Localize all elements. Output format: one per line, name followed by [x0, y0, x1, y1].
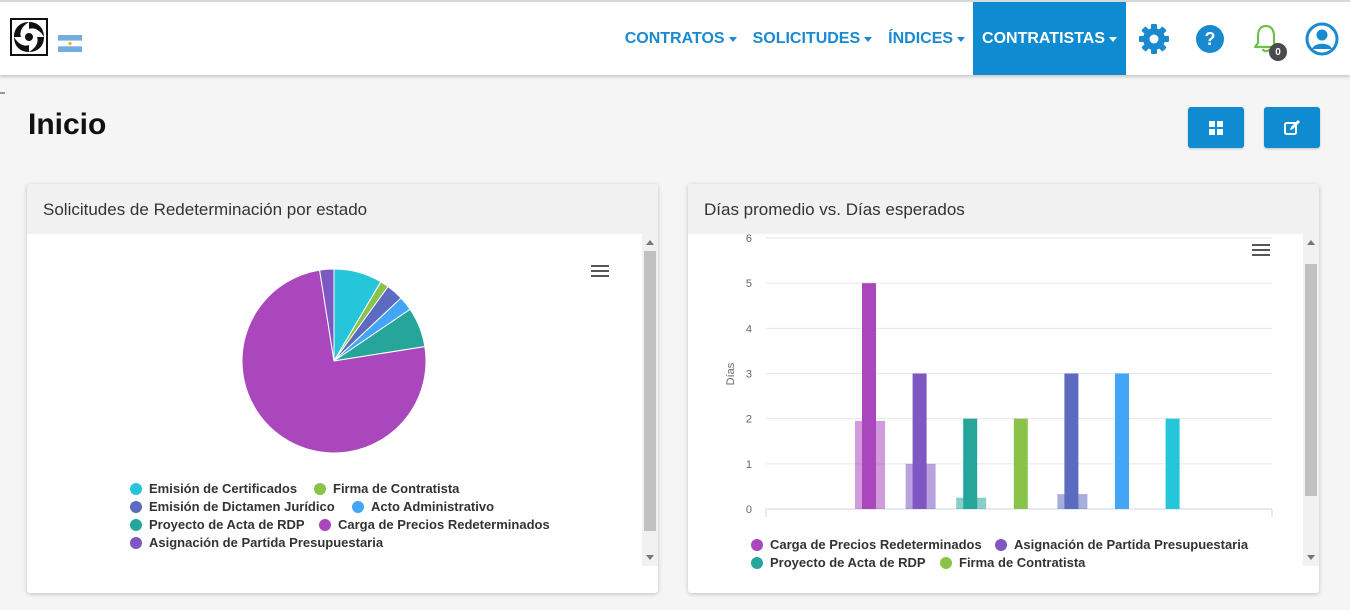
- legend-label: Emisión de Dictamen Jurídico: [149, 499, 335, 514]
- chevron-down-icon: [728, 37, 737, 42]
- legend-label: Emisión de Certificados: [149, 481, 298, 496]
- bar-average-3[interactable]: [1013, 418, 1028, 509]
- chevron-down-icon: [864, 37, 873, 42]
- notification-count-badge: 0: [1269, 43, 1287, 61]
- pie-legend-item[interactable]: Carga de Precios Redeterminados: [319, 517, 550, 532]
- bar-chart-panel: Días promedio vs. Días esperados 0 1 2 3 4 5 6…: [688, 184, 1319, 593]
- help-icon: ?: [1196, 24, 1224, 53]
- legend-label: Carga de Precios Redeterminados: [770, 537, 982, 552]
- pie-legend-item[interactable]: Acto Administrativo: [352, 499, 494, 514]
- pie-chart-panel: Solicitudes de Redeterminación por estad…: [27, 184, 658, 593]
- legend-label: Proyecto de Acta de RDP: [770, 555, 926, 570]
- legend-marker: [130, 500, 142, 513]
- y-tick-label: 2: [746, 414, 752, 426]
- legend-marker: [995, 538, 1007, 551]
- bar-average-5[interactable]: [1115, 373, 1129, 510]
- nav-solicitudes[interactable]: SOLICITUDES: [745, 2, 881, 75]
- nav-contratistas-label: CONTRATISTAS: [982, 29, 1105, 47]
- y-tick-label: 1: [746, 459, 752, 471]
- bar-average-0[interactable]: [862, 283, 876, 509]
- user-icon: [1305, 22, 1339, 55]
- y-axis-title: Días: [725, 362, 737, 385]
- bar-legend-item[interactable]: Asignación de Partida Presupuestaria: [995, 537, 1248, 552]
- y-tick-label: 6: [746, 234, 752, 245]
- y-tick-label: 0: [746, 504, 752, 516]
- bar-chart-menu-icon[interactable]: [1252, 244, 1270, 258]
- bar-panel-title: Días promedio vs. Días esperados: [688, 184, 1319, 234]
- legend-label: Carga de Precios Redeterminados: [338, 517, 550, 532]
- legend-marker: [940, 556, 952, 569]
- grid-icon: [1209, 120, 1223, 135]
- pie-legend-item[interactable]: Proyecto de Acta de RDP: [130, 517, 305, 532]
- nav-indices[interactable]: ÍNDICES: [880, 2, 973, 75]
- chevron-down-icon: [957, 37, 966, 42]
- legend-marker: [314, 482, 326, 495]
- legend-label: Acto Administrativo: [371, 499, 495, 514]
- pie-chart-menu-icon[interactable]: [591, 265, 609, 279]
- pie-chart-area: Emisión de Certificados Firma de Contrati…: [27, 234, 658, 566]
- bar-legend-item[interactable]: Carga de Precios Redeterminados: [751, 537, 982, 552]
- main-nav: CONTRATOS SOLICITUDES ÍNDICES CONTRATIST…: [617, 2, 1350, 75]
- y-tick-label: 4: [746, 323, 752, 335]
- settings-button[interactable]: [1126, 2, 1182, 75]
- legend-marker: [130, 536, 142, 549]
- chevron-down-icon: [1109, 37, 1117, 42]
- argentina-flag-icon: [58, 35, 82, 52]
- dashboard-layout-button[interactable]: [1188, 107, 1244, 148]
- legend-marker: [319, 518, 331, 531]
- pie-legend-item[interactable]: Firma de Contratista: [314, 481, 459, 496]
- bar-chart-area: 0 1 2 3 4 5 6 Días Carga de Precios Redetermina…: [688, 233, 1319, 570]
- pie-panel-title: Solicitudes de Redeterminación por estad…: [27, 184, 658, 234]
- bar-legend-item[interactable]: Proyecto de Acta de RDP: [751, 555, 926, 570]
- notifications-button[interactable]: 0: [1238, 2, 1294, 75]
- legend-label: Asignación de Partida Presupuestaria: [149, 535, 384, 550]
- bar-average-2[interactable]: [963, 418, 978, 509]
- nav-indices-label: ÍNDICES: [888, 29, 954, 47]
- nav-solicitudes-label: SOLICITUDES: [752, 29, 861, 47]
- y-tick-label: 3: [746, 369, 752, 381]
- legend-label: Firma de Contratista: [333, 481, 460, 496]
- legend-marker: [130, 518, 142, 531]
- legend-label: Firma de Contratista: [959, 555, 1086, 570]
- legend-label: Proyecto de Acta de RDP: [149, 517, 305, 532]
- pie-legend-item[interactable]: Emisión de Certificados: [130, 481, 297, 496]
- bar-average-4[interactable]: [1064, 373, 1079, 510]
- svg-text:?: ?: [1205, 29, 1216, 49]
- pie-panel-scrollbar[interactable]: [642, 234, 658, 566]
- nav-contratistas[interactable]: CONTRATISTAS: [973, 2, 1126, 75]
- bar-average-1[interactable]: [912, 373, 927, 510]
- nav-contratos[interactable]: CONTRATOS: [617, 2, 745, 75]
- side-marker: [0, 92, 5, 94]
- bar-panel-scrollbar[interactable]: [1303, 234, 1319, 566]
- legend-marker: [751, 556, 763, 569]
- bar-chart: 0 1 2 3 4 5 6 Días: [725, 233, 1273, 517]
- edit-dashboard-button[interactable]: [1264, 107, 1320, 148]
- top-navbar: CONTRATOS SOLICITUDES ÍNDICES CONTRATIST…: [0, 0, 1350, 75]
- help-button[interactable]: ?: [1182, 2, 1238, 75]
- logo-icon[interactable]: [10, 18, 48, 56]
- pie-legend-item[interactable]: Asignación de Partida Presupuestaria: [130, 535, 383, 550]
- nav-contratos-label: CONTRATOS: [624, 29, 725, 47]
- legend-marker: [352, 500, 364, 513]
- bar-average-6[interactable]: [1165, 418, 1180, 509]
- legend-marker: [130, 482, 142, 495]
- pie-legend-item[interactable]: Emisión de Dictamen Jurídico: [130, 499, 335, 514]
- gear-icon: [1139, 23, 1169, 54]
- user-button[interactable]: [1294, 2, 1350, 75]
- y-tick-label: 5: [746, 278, 752, 290]
- page-title: Inicio: [28, 108, 107, 141]
- legend-marker: [751, 538, 763, 551]
- bar-legend-item[interactable]: Firma de Contratista: [940, 555, 1085, 570]
- legend-label: Asignación de Partida Presupuestaria: [1014, 537, 1249, 552]
- edit-icon: [1284, 119, 1300, 135]
